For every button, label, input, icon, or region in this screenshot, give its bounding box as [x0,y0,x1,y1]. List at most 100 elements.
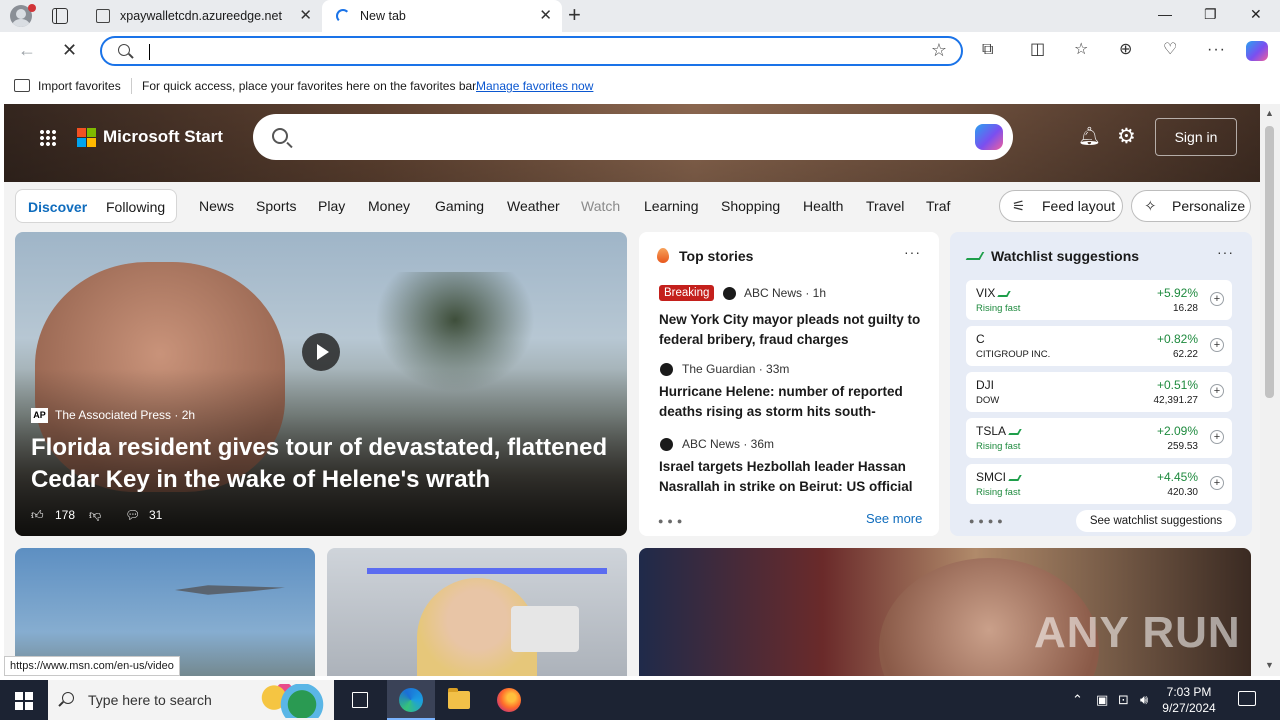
device-icon[interactable]: ▣ [1096,692,1108,708]
notifications-icon[interactable]: 🔔︎ [1078,126,1101,147]
address-bar[interactable]: ☆ [100,36,963,66]
watchlist-stock-row[interactable]: TSLA Rising fast +2.09% 259.53 + [966,418,1232,458]
close-icon[interactable]: ✕ [299,8,312,23]
stock-change: +2.09% [1156,424,1198,438]
see-watchlist-suggestions-button[interactable]: See watchlist suggestions [1076,510,1236,532]
browser-essentials-icon[interactable]: ♡ [1163,41,1177,59]
scroll-up-icon[interactable]: ▲ [1265,108,1274,118]
add-to-watchlist-icon[interactable]: + [1210,476,1224,490]
story-title[interactable]: Florida resident gives tour of devastate… [31,432,611,496]
top-story-headline[interactable]: New York City mayor pleads not guilty to… [659,310,925,350]
app-launcher-icon[interactable] [39,129,57,147]
more-options-icon[interactable]: ··· [1217,244,1234,260]
favorite-star-icon[interactable]: ☆ [931,40,947,61]
tab-discover[interactable]: Discover [28,199,87,215]
notifications-icon[interactable] [1238,691,1256,706]
copilot-icon[interactable] [975,124,1003,150]
extensions-icon[interactable]: ⧉ [982,41,993,59]
tab-actions-icon[interactable] [52,8,68,24]
dislike-icon[interactable]: 👎︎ [89,508,101,523]
nav-news[interactable]: News [199,198,234,214]
nav-learning[interactable]: Learning [644,198,699,214]
firefox-icon[interactable] [497,688,521,712]
restore-button[interactable]: ❐ [1204,6,1217,23]
search-icon [62,692,74,704]
nav-shopping[interactable]: Shopping [721,198,780,214]
address-toolbar: ← ✕ ☆ ⧉ ◫ ☆ ⊕ ♡ ··· [0,32,1280,70]
anyrun-watermark: ANY RUN [1034,608,1241,657]
nav-weather[interactable]: Weather [507,198,560,214]
window-close-button[interactable]: ✕ [1250,6,1262,23]
clock[interactable]: 7:03 PM 9/27/2024 [1150,684,1228,716]
edge-icon[interactable] [399,688,423,712]
page-scrollbar[interactable]: ▲ ▼ [1260,104,1280,676]
collections-icon[interactable]: ⊕ [1119,41,1132,59]
manage-favorites-link[interactable]: Manage favorites now [476,79,593,93]
tab-xpaywallet[interactable]: xpaywalletcdn.azureedge.net ✕ [84,0,322,32]
watchlist-stock-row[interactable]: SMCI Rising fast +4.45% 420.30 + [966,464,1232,504]
copilot-icon[interactable] [1246,41,1268,61]
scroll-thumb[interactable] [1265,126,1274,398]
nav-play[interactable]: Play [318,198,345,214]
split-screen-icon[interactable]: ◫ [1030,41,1045,59]
tab-new-tab[interactable]: New tab ✕ [322,0,562,32]
tab-following[interactable]: Following [106,199,165,215]
settings-gear-icon[interactable]: ⚙ [1117,124,1136,149]
top-story-headline[interactable]: Hurricane Helene: number of reported dea… [659,382,925,422]
feed-layout-button[interactable]: ⚟ Feed layout [999,190,1123,222]
sign-in-button[interactable]: Sign in [1155,118,1237,156]
add-to-watchlist-icon[interactable]: + [1210,384,1224,398]
see-more-link[interactable]: See more [866,511,922,526]
carousel-dots[interactable]: ●●● [658,516,686,526]
volume-icon[interactable]: 🔊︎ [1140,692,1148,708]
stock-price: 42,391.27 [1153,395,1199,406]
import-favorites-icon[interactable] [14,79,30,92]
carousel-dots[interactable]: ●●●● [969,516,1007,526]
more-icon[interactable]: ··· [1207,41,1226,59]
nav-sports[interactable]: Sports [256,198,296,214]
back-icon[interactable]: ← [18,41,36,59]
main-story-card[interactable]: AP The Associated Press · 2h Florida res… [15,232,627,536]
play-icon[interactable] [302,333,340,371]
watchlist-stock-row[interactable]: DJI DOW +0.51% 42,391.27 + [966,372,1232,412]
nav-traffic[interactable]: Traf [926,198,950,214]
add-to-watchlist-icon[interactable]: + [1210,292,1224,306]
watchlist-stock-row[interactable]: C CITIGROUP INC. +0.82% 62.22 + [966,326,1232,366]
windows-start-icon[interactable] [15,692,33,710]
file-explorer-icon[interactable] [448,688,470,709]
minimize-button[interactable]: — [1158,6,1172,22]
breaking-badge: Breaking [659,285,715,301]
taskbar: Type here to search ⌃ ▣ ⊡ 🔊︎ 7:03 PM 9/2… [0,680,1280,720]
stock-subtitle: DOW [976,395,1000,406]
new-tab-button[interactable]: + [568,4,581,26]
nav-watch[interactable]: Watch [581,198,620,214]
more-options-icon[interactable]: ··· [904,244,921,260]
add-to-watchlist-icon[interactable]: + [1210,430,1224,444]
nav-gaming[interactable]: Gaming [435,198,484,214]
comment-icon[interactable]: 💬︎ [125,508,140,522]
web-search-box[interactable] [253,114,1013,160]
stop-icon[interactable]: ✕ [62,41,77,59]
import-favorites-button[interactable]: Import favorites [38,79,121,93]
news-card-image[interactable] [327,548,627,676]
favorites-icon[interactable]: ☆ [1074,41,1088,59]
task-view-icon[interactable] [352,692,368,708]
show-hidden-icons-icon[interactable]: ⌃ [1072,692,1083,708]
brand-name[interactable]: Microsoft Start [103,127,223,147]
nav-health[interactable]: Health [803,198,843,214]
like-icon[interactable]: 👍︎ [31,508,44,523]
nav-travel[interactable]: Travel [866,198,904,214]
trend-up-icon [1008,475,1022,481]
watchlist-stock-row[interactable]: VIX Rising fast +5.92% 16.28 + [966,280,1232,320]
scroll-down-icon[interactable]: ▼ [1265,660,1274,670]
card-title: Watchlist suggestions [991,248,1140,264]
personalize-button[interactable]: ✧ Personalize [1131,190,1251,222]
nav-money[interactable]: Money [368,198,410,214]
add-to-watchlist-icon[interactable]: + [1210,338,1224,352]
close-icon[interactable]: ✕ [539,8,552,23]
network-icon[interactable]: ⊡ [1118,692,1129,708]
search-placeholder: Type here to search [88,692,212,708]
top-story-headline[interactable]: Israel targets Hezbollah leader Hassan N… [659,457,925,497]
taskbar-search[interactable]: Type here to search [48,680,334,720]
personalize-icon: ✧ [1144,198,1157,215]
